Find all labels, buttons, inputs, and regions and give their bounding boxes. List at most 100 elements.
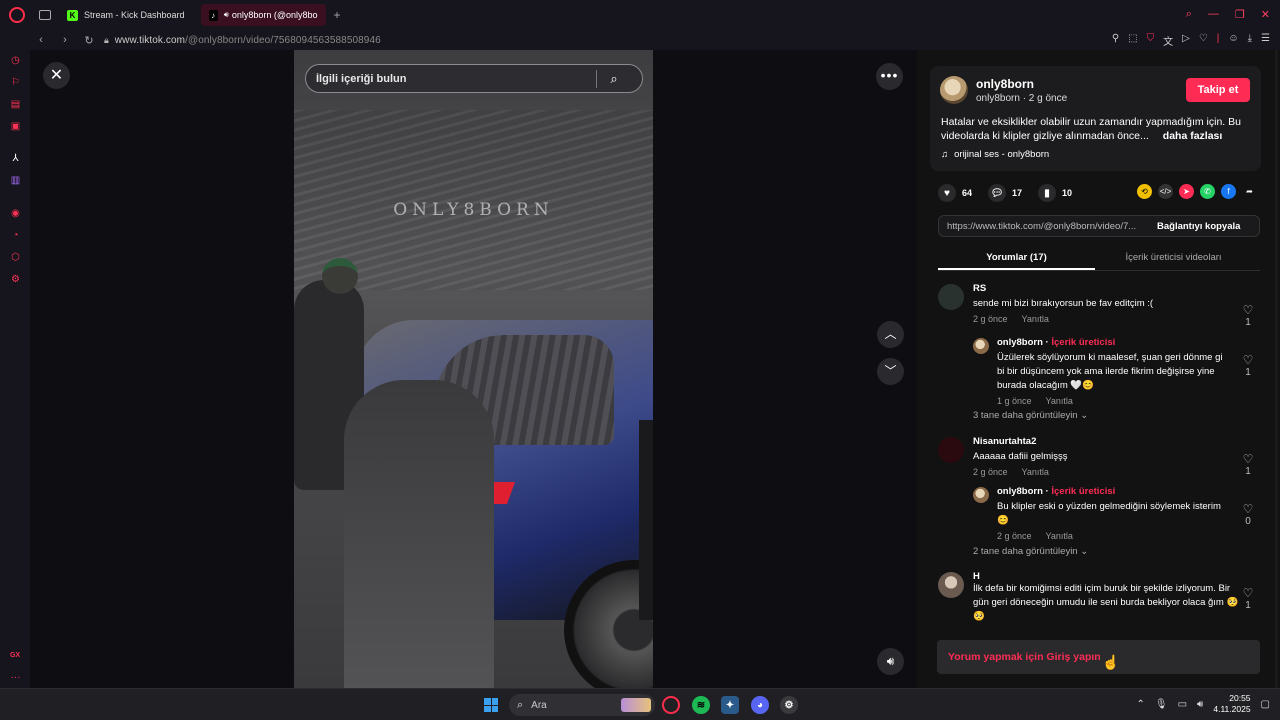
comment-author[interactable]: Nisanurtahta2 [973, 436, 1248, 447]
profile-icon[interactable]: ☺ [1228, 33, 1238, 48]
maximize-icon[interactable]: ❐ [1235, 8, 1245, 21]
comment-like[interactable]: ♡ 1 [1241, 303, 1255, 328]
avatar[interactable] [938, 572, 964, 598]
avatar[interactable] [940, 76, 968, 104]
microphone-icon[interactable]: 🎙︎ [1155, 699, 1168, 710]
menu-icon[interactable]: ☰ [1261, 33, 1270, 48]
url-field[interactable]: www.tiktok.com/@only8born/video/75680945… [115, 35, 381, 46]
opera-gx-icon[interactable] [662, 696, 680, 714]
more-options-icon[interactable]: ••• [876, 63, 903, 90]
avatar[interactable] [938, 284, 964, 310]
comment-login-bar[interactable]: Yorum yapmak için Giriş yapın ☝ [937, 640, 1260, 674]
pin-icon[interactable]: ⚲ [1112, 33, 1119, 48]
translate-icon[interactable]: 文 [1163, 33, 1173, 48]
follow-button[interactable]: Takip et [1186, 78, 1250, 102]
reply-button[interactable]: Yanıtla [1046, 396, 1073, 406]
speaker-icon[interactable]: 🔊︎ [224, 10, 229, 20]
avatar[interactable] [973, 487, 989, 503]
taskbar-search[interactable]: ⌕ Ara [509, 694, 655, 716]
avatar[interactable] [938, 437, 964, 463]
chat-icon[interactable]: ▤ [10, 99, 21, 110]
author-username[interactable]: only8born [976, 77, 1034, 91]
history-icon[interactable]: ◔ [10, 230, 21, 241]
opera-logo-icon[interactable] [9, 7, 25, 23]
kick-sidebar-icon[interactable]: ⅄ [10, 153, 21, 164]
view-more-replies[interactable]: 3 tane daha görüntüleyin ⌄ [973, 410, 1088, 421]
tab-menu-icon[interactable] [39, 10, 51, 20]
share-icon[interactable]: ➦ [1242, 184, 1257, 199]
previous-video-icon[interactable]: ︿ [877, 321, 904, 348]
spotify-icon[interactable]: ≋ [692, 696, 710, 714]
close-window-icon[interactable]: ✕ [1261, 8, 1270, 21]
tv-icon[interactable]: ▣ [10, 121, 21, 132]
share-link-url[interactable]: https://www.tiktok.com/@only8born/video/… [939, 221, 1153, 232]
volume-icon[interactable]: 🔊︎ [877, 648, 904, 675]
settings-icon[interactable]: ⚙ [10, 274, 21, 285]
panel-scrollbar[interactable] [1275, 50, 1278, 688]
comment-like[interactable]: ♡ 1 [1241, 586, 1255, 611]
sidebar-more-icon[interactable]: ··· [10, 672, 21, 683]
whatsapp-icon[interactable]: ✆ [1200, 184, 1215, 199]
video-search-box[interactable]: ⌕ [305, 64, 643, 93]
close-icon[interactable]: ✕ [43, 62, 70, 89]
gx-control-icon[interactable]: ◷ [10, 55, 21, 66]
comment-author[interactable]: RS [973, 283, 1248, 294]
tab-kick-dashboard[interactable]: K Stream - Kick Dashboard [59, 4, 193, 26]
windows-start-icon[interactable] [484, 698, 498, 712]
network-icon[interactable]: ▭ [1178, 699, 1187, 710]
chevron-up-icon[interactable]: ⌃ [1137, 699, 1145, 710]
tab-comments[interactable]: Yorumlar (17) [938, 248, 1095, 270]
avatar[interactable] [973, 338, 989, 354]
gx-label[interactable]: GX [8, 650, 22, 661]
tab-creator-videos[interactable]: İçerik üreticisi videoları [1095, 248, 1252, 270]
facebook-icon[interactable]: f [1221, 184, 1236, 199]
back-icon[interactable]: ‹ [34, 34, 48, 46]
gx-corner-icon[interactable]: ⚐ [10, 77, 21, 88]
comment-login-prompt[interactable]: Yorum yapmak için Giriş yapın [948, 651, 1101, 663]
video-player[interactable]: ONLY8BORN [294, 50, 653, 688]
comment-button[interactable]: 💬︎ 17 [988, 184, 1022, 202]
twitch-icon[interactable]: ▥ [10, 175, 21, 186]
minimize-icon[interactable]: — [1208, 8, 1219, 21]
copy-link-button[interactable]: Bağlantıyı kopyala [1153, 221, 1240, 232]
search-tabs-icon[interactable]: ⌕ [1186, 8, 1192, 21]
comment-author[interactable]: H [973, 571, 1243, 582]
save-button[interactable]: ▮ 10 [1038, 184, 1072, 202]
send-icon[interactable]: ➤ [1179, 184, 1194, 199]
heart-icon[interactable]: ♡ [1199, 33, 1208, 48]
comment-like[interactable]: ♡ 1 [1241, 353, 1255, 378]
search-icon[interactable]: ⌕ [597, 71, 631, 87]
reload-icon[interactable]: ↻ [82, 34, 96, 47]
view-more-replies[interactable]: 2 tane daha görüntüleyin ⌄ [973, 546, 1088, 557]
comment-like[interactable]: ♡ 1 [1241, 452, 1255, 477]
repost-icon[interactable]: ⟲ [1137, 184, 1152, 199]
reply-button[interactable]: Yanıtla [1022, 467, 1049, 477]
next-video-icon[interactable]: ﹀ [877, 358, 904, 385]
reply-author[interactable]: only8born [997, 337, 1043, 348]
forward-icon[interactable]: › [58, 34, 72, 46]
download-icon[interactable]: ⤓ [1248, 33, 1252, 48]
reply-author[interactable]: only8born [997, 486, 1043, 497]
shield-icon[interactable]: ⛉ [1147, 33, 1155, 48]
lock-icon[interactable]: 🔒︎ [104, 35, 109, 46]
reply-button[interactable]: Yanıtla [1022, 314, 1049, 324]
tab-tiktok[interactable]: ♪ 🔊︎ only8born (@only8bo [200, 4, 326, 26]
discord-icon[interactable]: ◕ [751, 696, 769, 714]
snapshot-icon[interactable]: ⬚ [1128, 33, 1137, 48]
volume-icon[interactable]: 🔊︎ [1197, 699, 1203, 710]
embed-icon[interactable]: </> [1158, 184, 1173, 199]
notification-icon[interactable]: ▢ [1261, 699, 1270, 710]
app-icon[interactable]: ✦ [721, 696, 739, 714]
more-link[interactable]: daha fazlası [1163, 130, 1223, 142]
app-icon[interactable]: ⚙ [780, 696, 798, 714]
new-tab-button[interactable]: + [334, 8, 341, 22]
player-icon[interactable]: ◉ [10, 208, 21, 219]
like-button[interactable]: ♥ 64 [938, 184, 972, 202]
reply-button[interactable]: Yanıtla [1046, 531, 1073, 541]
play-icon[interactable]: ▷ [1182, 33, 1190, 48]
extensions-icon[interactable]: ⬡ [10, 252, 21, 263]
clock[interactable]: 20:55 4.11.2025 [1213, 693, 1250, 715]
comment-like[interactable]: ♡ 0 [1241, 502, 1255, 527]
search-input[interactable] [306, 72, 596, 85]
music-info[interactable]: ♫ orijinal ses - only8born [941, 149, 1049, 160]
